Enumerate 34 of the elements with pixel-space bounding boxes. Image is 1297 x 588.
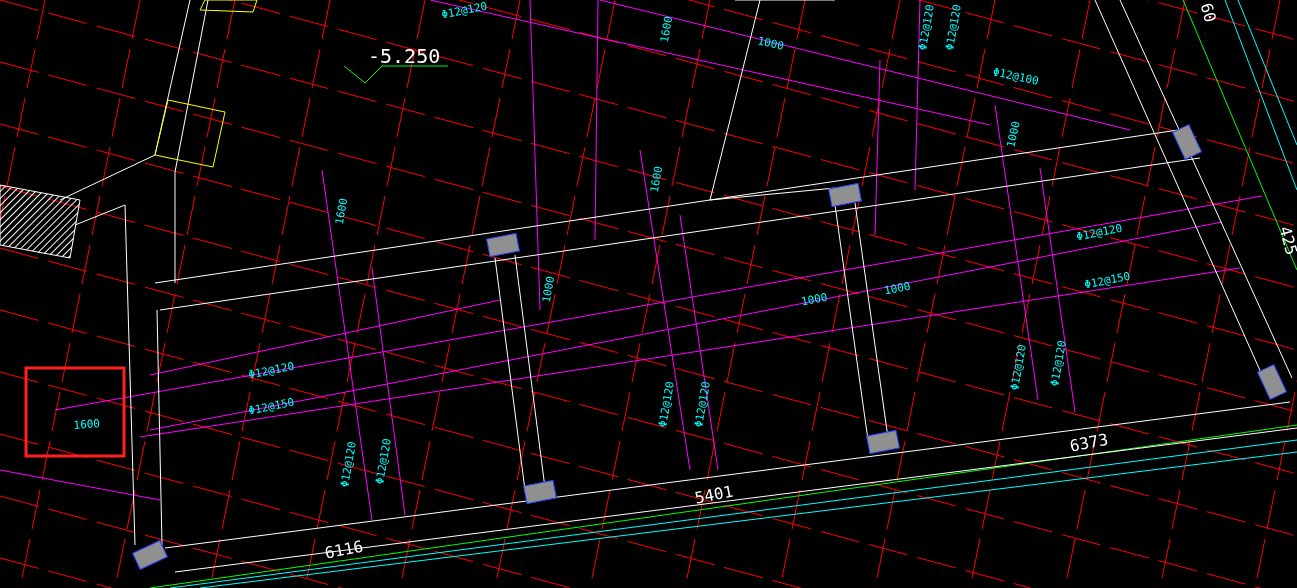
dimension-label: 5401: [693, 481, 735, 508]
rebar-label: 1600: [657, 15, 676, 44]
rebar-label: Φ12@120: [373, 437, 394, 486]
rebar-label: Φ12@120: [916, 3, 937, 52]
rebar-label: Φ12@100: [991, 65, 1040, 88]
rebar-label: Φ12@120: [656, 380, 677, 429]
column-block: [1257, 364, 1287, 400]
column-block: [486, 232, 520, 258]
rebar-label: Φ12@120: [692, 380, 713, 429]
column-block: [132, 540, 168, 570]
rebar-label: 1600: [647, 165, 666, 194]
rebar-label: Φ12@120: [440, 0, 489, 22]
rebar-label: 1600: [73, 417, 101, 432]
rebar-label: Φ12@120: [338, 440, 359, 489]
rebar-label: Φ12@120: [247, 359, 296, 382]
rebar-label: Φ12@120: [1008, 343, 1029, 392]
rebar-label: 1600: [332, 197, 351, 226]
column-block: [866, 429, 900, 455]
dimension-label: 6373: [1068, 429, 1110, 456]
dimension-label: 60: [1196, 0, 1220, 25]
rebar-label: Φ12@120: [1075, 221, 1124, 244]
rebar-label: 1000: [756, 34, 786, 53]
rebar-label: 1000: [1004, 119, 1023, 149]
rebar-label: Φ12@120: [1048, 339, 1069, 388]
rebar-label: Φ12@150: [1083, 269, 1132, 292]
column-block: [523, 479, 557, 505]
rebar-label: 1000: [800, 290, 829, 309]
rebar-label: 1000: [539, 275, 558, 304]
rebar-label: 1000: [883, 279, 912, 298]
elevation-marker-icon: [343, 65, 449, 84]
dimension-label: 6116: [323, 536, 365, 563]
column-block: [828, 182, 862, 208]
rebar-label: Φ12@150: [247, 395, 296, 418]
rebar-label: Φ12@120: [943, 3, 964, 52]
